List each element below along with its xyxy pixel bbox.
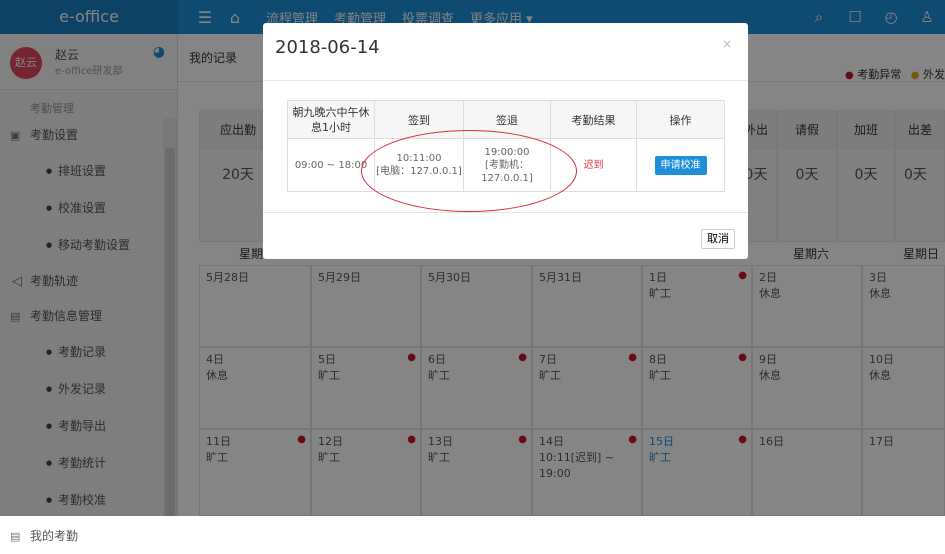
attendance-detail-modal: 2018-06-14 × 朝九晚六中午休息1小时 签到 签退 考勤结果 操作 0… bbox=[263, 23, 748, 259]
list-icon: ▤ bbox=[10, 530, 21, 543]
modal-divider bbox=[263, 80, 748, 81]
col-action: 操作 bbox=[636, 100, 725, 139]
highlight-ellipse bbox=[361, 130, 577, 212]
result-late: 迟到 bbox=[583, 159, 604, 171]
action-cell: 申请校准 bbox=[636, 138, 725, 192]
sidebar-item-my-attendance[interactable]: ▤ 我的考勤 bbox=[0, 519, 177, 554]
modal-title: 2018-06-14 bbox=[275, 37, 380, 58]
apply-calibration-button[interactable]: 申请校准 bbox=[654, 155, 707, 175]
col-result: 考勤结果 bbox=[550, 100, 637, 139]
close-icon[interactable]: × bbox=[722, 37, 732, 51]
col-schedule: 朝九晚六中午休息1小时 bbox=[287, 100, 375, 139]
sidebar-item-label: 我的考勤 bbox=[30, 529, 79, 543]
modal-footer-divider bbox=[263, 212, 748, 213]
cancel-button[interactable]: 取消 bbox=[701, 229, 735, 249]
